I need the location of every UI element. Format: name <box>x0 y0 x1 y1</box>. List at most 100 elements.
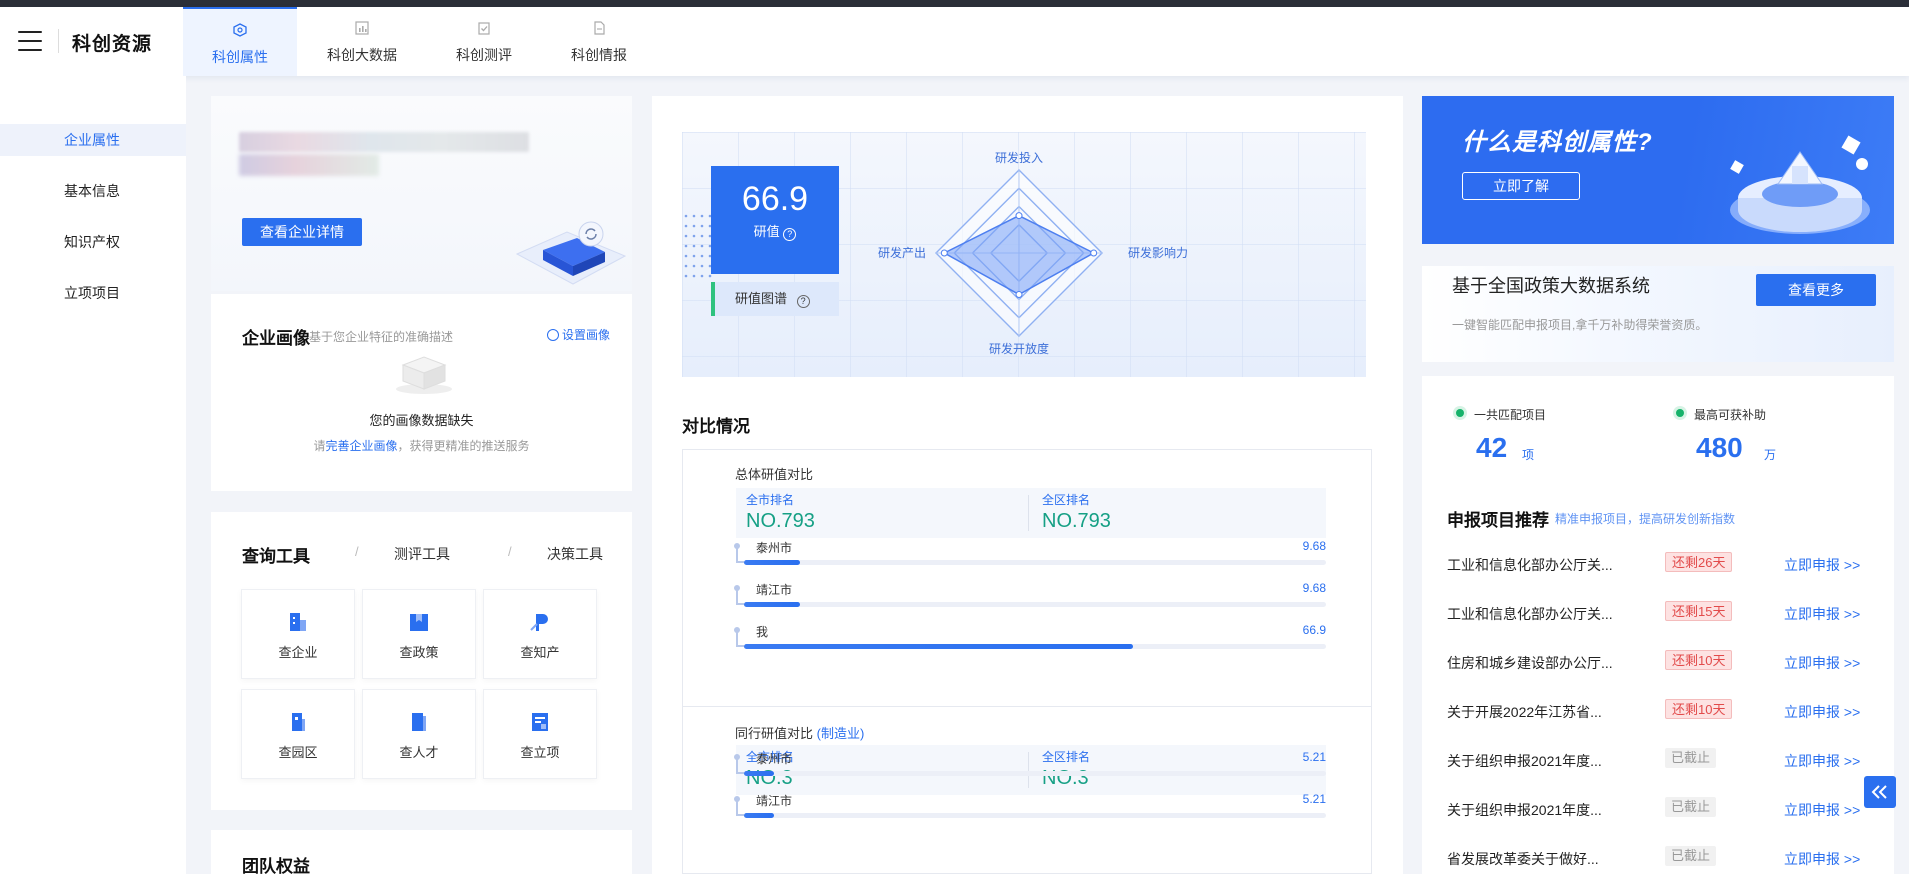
help-circle-icon[interactable]: ? <box>783 228 797 241</box>
recommend-item-title[interactable]: 关于组织申报2021年度... <box>1447 800 1602 820</box>
recommend-item: 住房和城乡建设部办公厅... 还剩10天 立即申报 >> <box>1447 647 1867 677</box>
left-sidebar: 企业属性 基本信息 知识产权 立项项目 <box>0 76 186 874</box>
apply-now-link[interactable]: 立即申报 >> <box>1784 800 1860 820</box>
apply-now-link[interactable]: 立即申报 >> <box>1784 702 1860 722</box>
industry-link[interactable]: (制造业) <box>817 726 865 741</box>
settings-circle-icon <box>547 329 559 341</box>
bar-value: 9.68 <box>1302 581 1326 595</box>
tab-kc-intelligence[interactable]: 科创情报 <box>553 7 645 76</box>
hint-suffix: ，获得更精准的推送服务 <box>397 439 530 453</box>
portrait-subtitle: 基于您企业特征的准确描述 <box>309 330 454 344</box>
sidebar-item-company-attributes[interactable]: 企业属性 <box>0 124 186 156</box>
apply-now-link[interactable]: 立即申报 >> <box>1784 849 1860 869</box>
park-icon <box>292 713 305 731</box>
learn-now-button[interactable]: 立即了解 <box>1462 172 1580 200</box>
empty-box-icon <box>396 356 452 394</box>
view-more-button[interactable]: 查看更多 <box>1756 274 1876 306</box>
sidebar-item-projects[interactable]: 立项项目 <box>0 277 186 309</box>
district-rank-label: 全区排名 <box>1042 493 1091 507</box>
radar-chart: 研发投入研发影响力研发开放度 研发产出 <box>878 150 1188 356</box>
project-icon <box>532 713 548 731</box>
tab-label: 科创情报 <box>571 47 627 63</box>
overall-compare-title: 总体研值对比 <box>735 467 814 482</box>
recommend-item-title[interactable]: 住房和城乡建设部办公厅... <box>1447 653 1613 673</box>
tab-label: 科创测评 <box>456 47 512 63</box>
bar-value: 66.9 <box>1302 623 1326 637</box>
bar-name: 泰州市 <box>756 541 793 555</box>
company-tags-redacted <box>239 154 379 176</box>
radar-point <box>940 249 948 257</box>
tool-query-ip[interactable]: 查知产 <box>483 589 597 679</box>
green-dot-icon <box>1456 409 1464 417</box>
apply-now-link[interactable]: 立即申报 >> <box>1784 751 1860 771</box>
tab-label: 科创属性 <box>212 49 268 65</box>
score-card: 66.9 研值 ? 研值图谱 ? 研发投入 研发影响力 研发开放度 研发产出 对比情况… <box>652 96 1403 874</box>
stat-label: 一共匹配项目 <box>1474 408 1547 422</box>
tree-branch-icon <box>734 543 744 563</box>
city-rank-value: NO.793 <box>746 510 815 532</box>
bar-value: 5.21 <box>1302 750 1326 764</box>
tab-kc-attributes[interactable]: 科创属性 <box>183 7 297 76</box>
portrait-hint: 请完善企业画像，获得更精准的推送服务 <box>211 437 632 454</box>
recommend-item-title[interactable]: 关于开展2022年江苏省... <box>1447 702 1602 722</box>
portrait-setting-link[interactable]: 设置画像 <box>547 326 610 343</box>
tab-label: 科创大数据 <box>327 47 397 63</box>
spectrum-button[interactable]: 研值图谱 ? <box>711 282 839 316</box>
tool-tab-decision[interactable]: 决策工具 <box>547 544 603 564</box>
what-is-banner[interactable]: 什么是科创属性? 立即了解 <box>1422 96 1894 244</box>
tree-branch-icon <box>734 627 744 647</box>
tool-query-talent[interactable]: 查人才 <box>362 689 476 779</box>
tab-kc-evaluation[interactable]: 科创测评 <box>438 7 530 76</box>
group-divider <box>683 706 1371 707</box>
tools-card: 查询工具 / 测评工具 / 决策工具 查企业 查政策 查知产 查园区 查人才 查… <box>211 512 632 810</box>
recommend-item: 省发展改革委关于做好... 已截止 立即申报 >> <box>1447 843 1867 873</box>
compare-bar-row: 靖江市 9.68 <box>734 581 1326 611</box>
deadline-badge: 还剩15天 <box>1665 601 1733 621</box>
view-company-detail-button[interactable]: 查看企业详情 <box>242 218 362 246</box>
tool-query-project[interactable]: 查立项 <box>483 689 597 779</box>
recommend-item-title[interactable]: 关于组织申报2021年度... <box>1447 751 1602 771</box>
collapse-panel-button[interactable] <box>1864 776 1896 808</box>
team-card: 团队权益 <box>211 830 632 874</box>
menu-icon[interactable] <box>18 31 42 51</box>
document-icon <box>594 21 605 35</box>
bar-fill <box>744 602 801 607</box>
company-illustration-icon <box>515 221 627 285</box>
deadline-badge: 还剩10天 <box>1665 699 1733 719</box>
tool-query-policy[interactable]: 查政策 <box>362 589 476 679</box>
recommend-item-title[interactable]: 省发展改革委关于做好... <box>1447 849 1599 869</box>
sidebar-item-ip[interactable]: 知识产权 <box>0 226 186 258</box>
district-rank-value: NO.793 <box>1042 510 1111 532</box>
complete-portrait-link[interactable]: 完善企业画像 <box>325 439 397 453</box>
tool-tab-query[interactable]: 查询工具 <box>242 542 310 567</box>
recommend-item: 工业和信息化部办公厅关... 还剩26天 立即申报 >> <box>1447 549 1867 579</box>
tool-query-park[interactable]: 查园区 <box>241 689 355 779</box>
compare-panel: 总体研值对比 全市排名 NO.793 全区排名 NO.793 泰州市 9.68 靖江… <box>682 449 1372 874</box>
recommend-item-title[interactable]: 工业和信息化部办公厅关... <box>1447 555 1613 575</box>
help-circle-icon[interactable]: ? <box>796 295 810 308</box>
bar-track <box>744 560 1326 565</box>
radar-point <box>1015 291 1023 298</box>
tool-query-enterprise[interactable]: 查企业 <box>241 589 355 679</box>
radar-panel: 66.9 研值 ? 研值图谱 ? 研发投入 研发影响力 研发开放度 研发产出 <box>682 132 1366 377</box>
score-value: 66.9 <box>741 180 809 218</box>
sidebar-item-basic-info[interactable]: 基本信息 <box>0 175 186 207</box>
tool-tab-evaluation[interactable]: 测评工具 <box>394 544 450 564</box>
compare-bar-row: 泰州市 5.21 <box>734 750 1326 780</box>
recommend-item: 关于组织申报2021年度... 已截止 立即申报 >> <box>1447 794 1867 824</box>
radar-axis-label: 研发投入 <box>995 150 1043 165</box>
apply-now-link[interactable]: 立即申报 >> <box>1784 555 1860 575</box>
recommend-item-title[interactable]: 工业和信息化部办公厅关... <box>1447 604 1613 624</box>
bar-track <box>744 602 1326 607</box>
bar-name: 靖江市 <box>756 794 793 808</box>
apply-now-link[interactable]: 立即申报 >> <box>1784 604 1860 624</box>
bar-name: 靖江市 <box>756 583 793 597</box>
green-dot-icon <box>1676 409 1684 417</box>
radar-point <box>1015 212 1023 220</box>
tree-branch-icon <box>734 796 744 816</box>
tab-kc-bigdata[interactable]: 科创大数据 <box>310 7 414 76</box>
bar-value: 9.68 <box>1302 539 1326 553</box>
bar-chart-icon <box>355 21 369 35</box>
company-name-redacted <box>239 132 529 152</box>
apply-now-link[interactable]: 立即申报 >> <box>1784 653 1860 673</box>
